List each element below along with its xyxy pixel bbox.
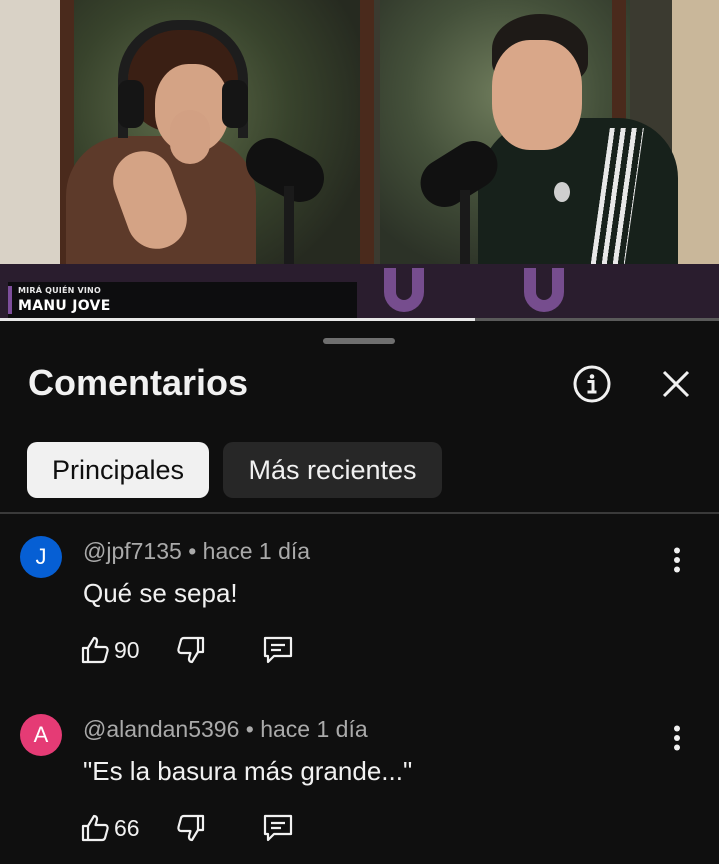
avatar[interactable]: A [20, 714, 62, 756]
caption-accent-bar [8, 286, 12, 314]
reply-button[interactable] [262, 813, 294, 843]
set-decoration [384, 268, 424, 312]
close-icon [662, 370, 690, 398]
more-vert-icon [674, 725, 680, 751]
like-count: 90 [114, 636, 140, 663]
comment-item: J @jpf7135 • hace 1 día Qué se sepa! 90 [0, 518, 719, 688]
comment-actions: 66 [80, 808, 294, 848]
microphone-stand [460, 190, 470, 266]
chip-mas-recientes[interactable]: Más recientes [223, 442, 442, 498]
dislike-button[interactable] [176, 635, 206, 665]
window-frame [360, 0, 374, 270]
thumbs-down-icon [176, 814, 204, 842]
reply-icon [263, 814, 292, 842]
comment-author[interactable]: @alandan5396 [83, 716, 239, 742]
thumbs-down-icon [176, 636, 204, 664]
dislike-button[interactable] [176, 813, 206, 843]
comment-meta: @jpf7135 • hace 1 día [83, 538, 310, 565]
meta-separator: • [181, 538, 203, 564]
info-button[interactable] [568, 360, 616, 408]
more-options-button[interactable] [662, 540, 692, 580]
avatar[interactable]: J [20, 536, 62, 578]
like-button[interactable]: 66 [80, 813, 140, 843]
thumbs-up-icon [81, 814, 109, 842]
microphone-stand [284, 186, 294, 266]
lower-third-caption: MIRÁ QUIÉN VINO MANU JOVE [8, 282, 357, 318]
video-player[interactable]: MIRÁ QUIÉN VINO MANU JOVE [0, 0, 719, 320]
like-count: 66 [114, 814, 140, 841]
caption-kicker: MIRÁ QUIÉN VINO [18, 286, 101, 295]
comments-title: Comentarios [28, 362, 249, 403]
reply-button[interactable] [262, 635, 294, 665]
comments-sheet: Comentarios Principales Más recientes J … [0, 322, 719, 864]
comment-text: "Es la basura más grande..." [83, 756, 413, 786]
sheet-drag-handle[interactable] [323, 338, 395, 344]
set-decoration [524, 268, 564, 312]
background-wall [672, 0, 719, 270]
background-wall [0, 0, 60, 270]
chip-principales[interactable]: Principales [27, 442, 209, 498]
caption-guest-name: MANU JOVE [18, 298, 111, 314]
comment-meta: @alandan5396 • hace 1 día [83, 716, 368, 743]
reply-icon [263, 636, 292, 664]
comment-actions: 90 [80, 630, 294, 670]
info-icon [573, 365, 611, 403]
close-button[interactable] [652, 360, 700, 408]
more-vert-icon [674, 547, 680, 573]
divider [0, 512, 719, 514]
like-button[interactable]: 90 [80, 635, 140, 665]
comment-author[interactable]: @jpf7135 [83, 538, 182, 564]
video-progress-fill [0, 318, 475, 321]
comment-item: A @alandan5396 • hace 1 día "Es la basur… [0, 696, 719, 864]
comment-time: hace 1 día [202, 538, 311, 564]
thumbs-up-icon [81, 636, 109, 664]
comment-time: hace 1 día [260, 716, 368, 742]
comment-text: Qué se sepa! [83, 578, 238, 608]
more-options-button[interactable] [662, 718, 692, 758]
meta-separator: • [239, 716, 261, 742]
